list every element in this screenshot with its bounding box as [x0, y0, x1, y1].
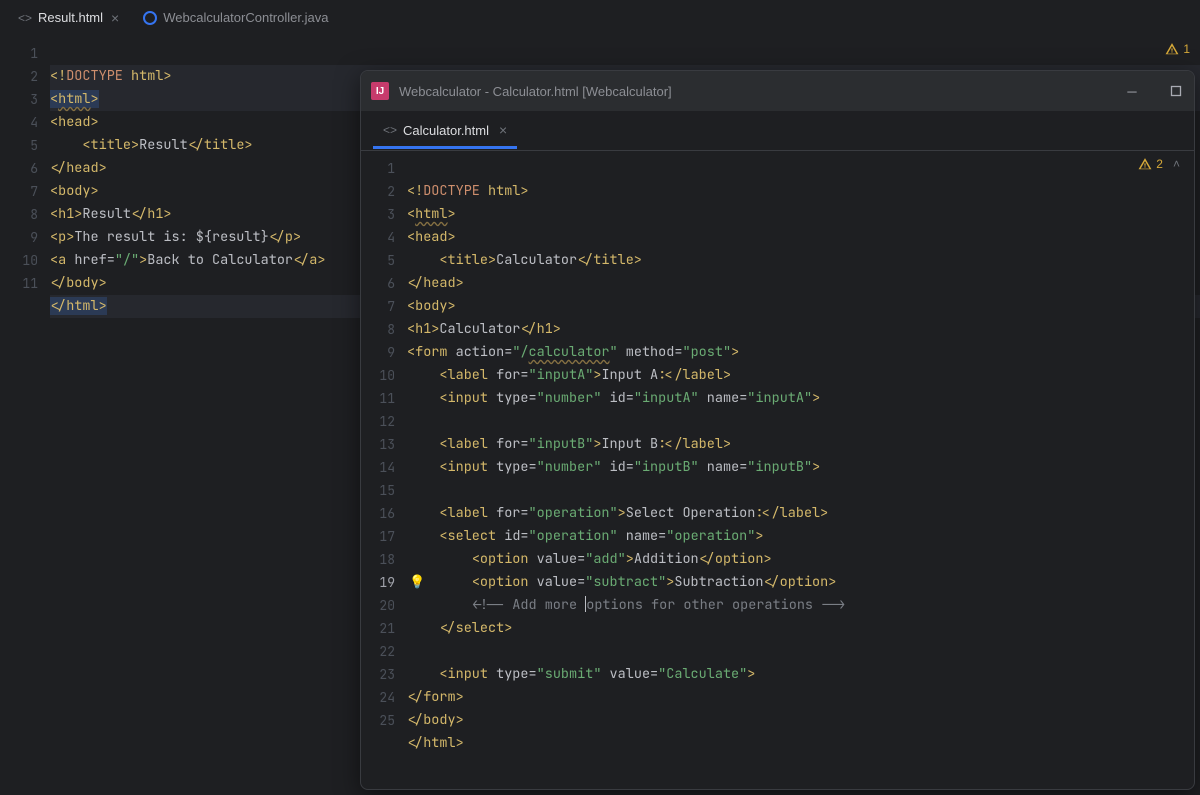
minimize-button[interactable]: ─ [1124, 83, 1140, 99]
popup-warning-count: 2 [1156, 157, 1163, 171]
warning-icon [1165, 42, 1179, 56]
tab-controller-java[interactable]: WebcalculatorController.java [133, 4, 338, 31]
html-file-icon: <> [383, 123, 397, 137]
popup-line-gutter: 1234567891011121314151617181920212223242… [361, 151, 407, 789]
html-file-icon: <> [18, 11, 32, 25]
intellij-icon: IJ [371, 82, 389, 100]
popup-tab-calculator[interactable]: <> Calculator.html × [373, 112, 517, 149]
popup-code-area[interactable]: <!DOCTYPE html> <html> <head> <title>Cal… [407, 151, 1194, 789]
popup-editor-window: IJ Webcalculator - Calculator.html [Webc… [360, 70, 1195, 790]
popup-titlebar[interactable]: IJ Webcalculator - Calculator.html [Webc… [361, 71, 1194, 111]
close-icon[interactable]: × [111, 10, 119, 26]
java-class-icon [143, 11, 157, 25]
intention-bulb-icon[interactable]: 💡 [409, 574, 425, 590]
popup-tab-bar: <> Calculator.html × [361, 111, 1194, 151]
warning-icon [1138, 157, 1152, 171]
popup-title: Webcalculator - Calculator.html [Webcalc… [399, 84, 1096, 99]
maximize-button[interactable] [1168, 83, 1184, 99]
warning-badge[interactable]: 1 [1165, 42, 1190, 56]
line-gutter: 1234567891011 [0, 36, 50, 795]
popup-editor-body[interactable]: 1234567891011121314151617181920212223242… [361, 151, 1194, 789]
popup-warning-badge[interactable]: 2 ˄ [1138, 157, 1180, 171]
chevron-up-icon[interactable]: ˄ [1173, 157, 1180, 171]
warning-count: 1 [1183, 42, 1190, 56]
tab-result-html[interactable]: <> Result.html × [8, 4, 129, 32]
top-tab-bar: <> Result.html × WebcalculatorController… [0, 0, 1200, 36]
tab-label: WebcalculatorController.java [163, 10, 328, 25]
popup-tab-label: Calculator.html [403, 123, 489, 138]
tab-label: Result.html [38, 10, 103, 25]
close-icon[interactable]: × [499, 122, 507, 138]
